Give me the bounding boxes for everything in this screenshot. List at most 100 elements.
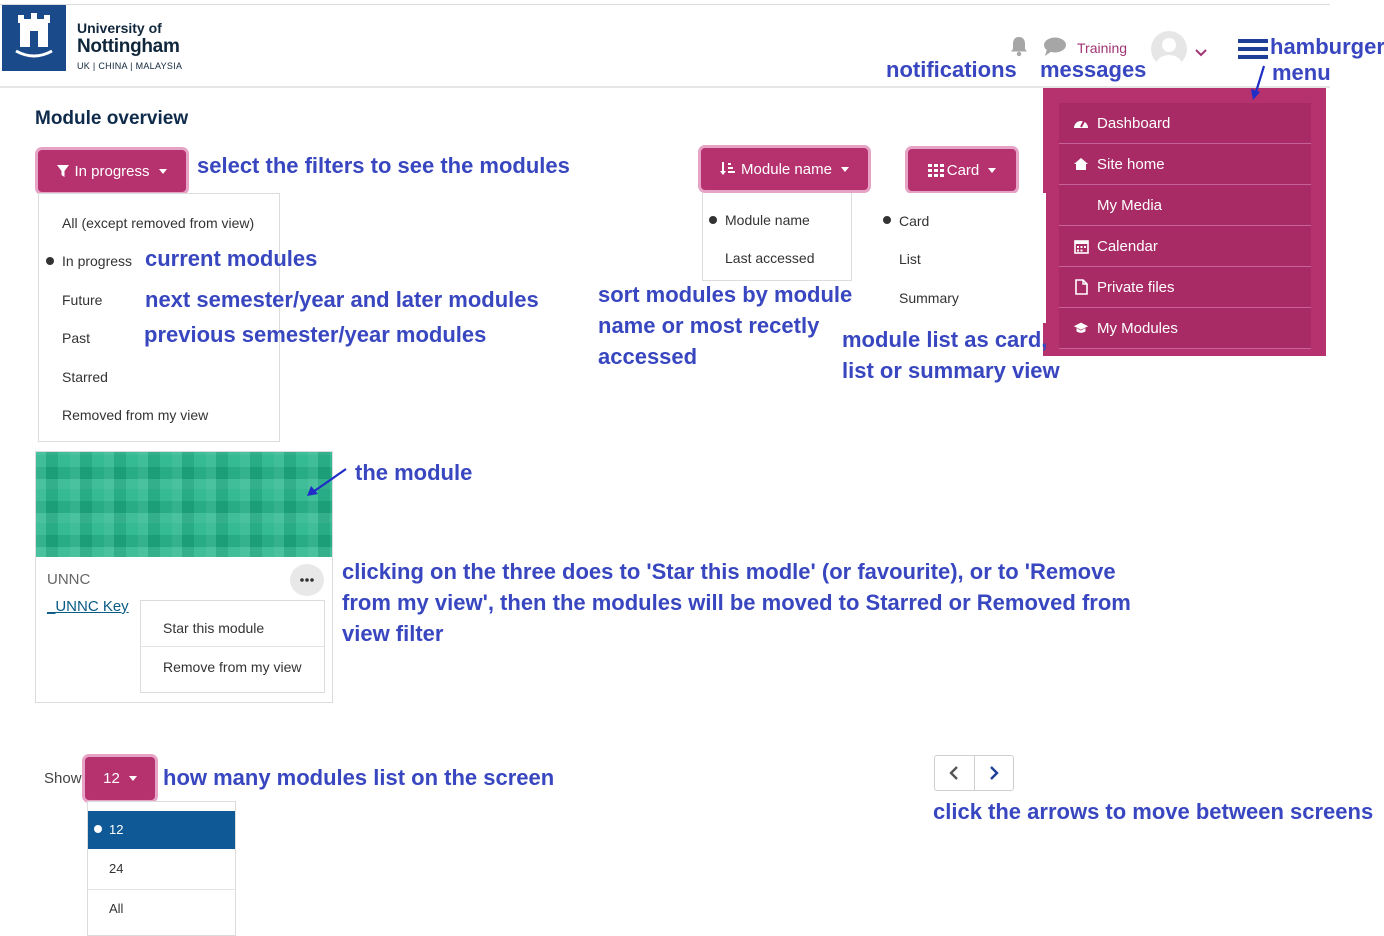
chevron-right-icon xyxy=(990,766,999,780)
selected-bullet-icon xyxy=(883,216,891,224)
pagination xyxy=(934,755,1014,791)
star-module-option[interactable]: Star this module xyxy=(163,620,264,636)
nav-item-label: My Media xyxy=(1097,196,1163,214)
view-option-summary[interactable]: Summary xyxy=(899,290,959,306)
sort-option-last-accessed[interactable]: Last accessed xyxy=(725,250,815,266)
previous-page-button[interactable] xyxy=(935,756,974,790)
per-page-option-selected[interactable]: 12 xyxy=(88,811,235,849)
nav-item-my-media[interactable]: My Media xyxy=(1059,185,1311,226)
nav-item-label: Site home xyxy=(1097,155,1165,173)
nav-item-label: Dashboard xyxy=(1097,114,1171,132)
view-button-label: Card xyxy=(946,161,980,179)
show-label: Show xyxy=(44,770,82,787)
graduation-cap-icon xyxy=(1073,320,1089,336)
annotation-sort-1: sort modules by module xyxy=(598,282,853,307)
annotation-sort-2: name or most recetly xyxy=(598,313,820,338)
university-crest-icon[interactable] xyxy=(2,5,66,71)
sort-button-label: Module name xyxy=(741,160,832,178)
view-option-card[interactable]: Card xyxy=(899,213,929,229)
header-top-border xyxy=(0,4,1330,5)
next-page-button[interactable] xyxy=(973,756,1013,790)
page-title: Module overview xyxy=(35,108,189,129)
per-page-option-all[interactable]: All xyxy=(109,901,123,916)
logo-line-1: University of xyxy=(77,20,162,36)
view-option-list[interactable]: List xyxy=(899,251,921,267)
selected-bullet-icon xyxy=(709,216,717,224)
annotation-future: next semester/year and later modules xyxy=(145,287,539,312)
view-dropdown: Card List Summary xyxy=(866,193,1046,323)
remove-module-option[interactable]: Remove from my view xyxy=(163,659,301,675)
view-button[interactable]: Card xyxy=(908,149,1016,191)
annotation-view-1: module list as card, xyxy=(842,327,1048,352)
chevron-left-icon xyxy=(949,766,959,780)
more-options-button[interactable] xyxy=(290,564,324,596)
status-filter-dropdown: All (except removed from view) In progre… xyxy=(38,193,280,442)
file-icon xyxy=(1073,279,1089,295)
module-name-link[interactable]: _UNNC Key xyxy=(47,598,129,615)
dashboard-icon xyxy=(1073,115,1089,131)
annotation-module: the module xyxy=(355,460,473,485)
hamburger-icon[interactable] xyxy=(1238,38,1268,60)
nav-item-private-files[interactable]: Private files xyxy=(1059,267,1311,308)
selected-bullet-icon xyxy=(46,257,54,265)
caret-down-icon xyxy=(840,166,849,172)
sort-button[interactable]: Module name xyxy=(701,148,868,190)
annotation-messages: messages xyxy=(1040,57,1147,82)
status-option-removed[interactable]: Removed from my view xyxy=(62,407,208,423)
annotation-menu: menu xyxy=(1272,60,1331,85)
annotation-show: how many modules list on the screen xyxy=(163,765,555,790)
annotation-three-dots-2: from my view', then the modules will be … xyxy=(342,590,1131,615)
nav-item-label: Calendar xyxy=(1097,237,1158,255)
nav-menu-list: Dashboard Site home My Media Calendar Pr… xyxy=(1059,103,1311,349)
annotation-filters: select the filters to see the modules xyxy=(197,153,570,178)
sort-icon xyxy=(720,162,736,175)
annotation-three-dots-1: clicking on the three does to 'Star this… xyxy=(342,559,1116,584)
nav-item-site-home[interactable]: Site home xyxy=(1059,144,1311,185)
nav-item-dashboard[interactable]: Dashboard xyxy=(1059,103,1311,144)
sort-option-module-name[interactable]: Module name xyxy=(725,212,810,228)
annotation-notifications: notifications xyxy=(886,57,1017,82)
status-option-starred[interactable]: Starred xyxy=(62,369,108,385)
status-option-future[interactable]: Future xyxy=(62,292,102,308)
nav-item-label: My Modules xyxy=(1097,319,1178,337)
status-filter-button[interactable]: In progress xyxy=(38,150,186,192)
logo-line-3: UK | CHINA | MALAYSIA xyxy=(77,61,183,71)
module-actions-menu: Star this module Remove from my view xyxy=(140,600,325,693)
module-category: UNNC xyxy=(47,571,91,588)
annotation-sort-3: accessed xyxy=(598,344,698,369)
status-filter-label: In progress xyxy=(74,162,150,180)
menu-divider xyxy=(141,646,324,647)
grid-icon xyxy=(927,163,944,177)
status-option-all[interactable]: All (except removed from view) xyxy=(62,215,254,231)
caret-down-icon xyxy=(128,776,137,781)
per-page-label: 12 xyxy=(103,770,120,787)
annotation-current: current modules xyxy=(145,246,318,271)
caret-down-icon xyxy=(158,168,167,174)
chevron-down-icon[interactable] xyxy=(1195,44,1207,57)
arrow-menu-icon xyxy=(1248,64,1268,107)
selected-bullet-icon xyxy=(94,825,102,833)
nav-item-my-modules[interactable]: My Modules xyxy=(1059,308,1311,349)
avatar[interactable] xyxy=(1151,31,1187,67)
annotation-past: previous semester/year modules xyxy=(144,322,487,347)
annotation-arrows: click the arrows to move between screens xyxy=(933,799,1374,824)
status-option-past[interactable]: Past xyxy=(62,330,90,346)
caret-down-icon xyxy=(988,167,997,173)
per-page-option-12: 12 xyxy=(109,822,124,837)
status-option-in-progress[interactable]: In progress xyxy=(62,253,132,269)
filter-icon xyxy=(57,164,70,177)
sort-dropdown: Module name Last accessed xyxy=(702,193,852,281)
menu-divider xyxy=(88,889,235,890)
per-page-option-24[interactable]: 24 xyxy=(109,861,123,876)
per-page-button[interactable]: 12 xyxy=(85,757,155,800)
calendar-icon xyxy=(1073,238,1089,254)
nav-item-calendar[interactable]: Calendar xyxy=(1059,226,1311,267)
module-card-image[interactable] xyxy=(36,452,332,557)
ellipsis-icon xyxy=(300,578,314,582)
nav-item-label: Private files xyxy=(1097,278,1175,296)
annotation-view-2: list or summary view xyxy=(842,358,1060,383)
home-icon xyxy=(1073,156,1089,172)
logo-line-2: Nottingham xyxy=(77,36,180,57)
arrow-module-icon xyxy=(305,466,349,503)
annotation-three-dots-3: view filter xyxy=(342,621,444,646)
